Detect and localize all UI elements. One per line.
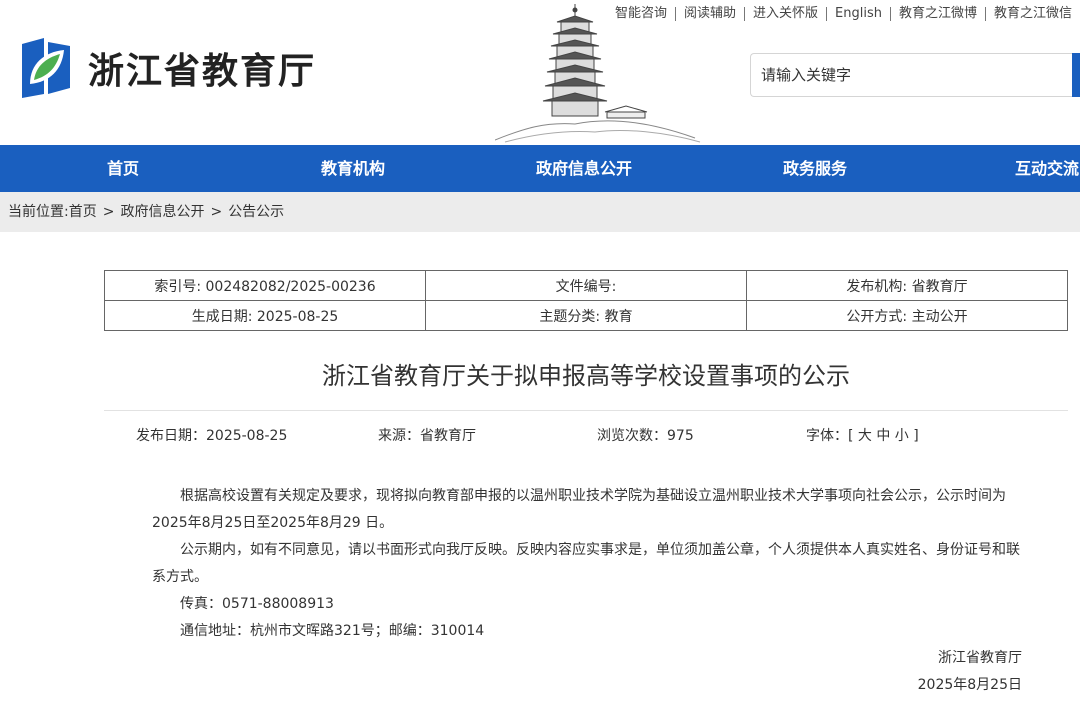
nav-item-interaction[interactable]: 互动交流: [1015, 145, 1079, 192]
nav-item-home[interactable]: 首页: [107, 145, 139, 192]
view-count: 浏览次数：975: [597, 428, 694, 444]
site-name: 浙江省教育厅: [88, 50, 317, 92]
article-source: 来源：省教育厅: [378, 428, 476, 444]
search-input[interactable]: [751, 54, 1051, 96]
pagoda-illustration-icon: [495, 4, 701, 143]
site-header: 浙江省教育厅 智能咨询 阅读辅助 进入关怀版 English 教育之江微博 教育…: [0, 0, 1080, 145]
table-row: 生成日期: 2025-08-25 主题分类: 教育 公开方式: 主动公开: [104, 300, 1068, 331]
logo-emblem-icon: [22, 38, 70, 98]
generated-date-cell: 生成日期: 2025-08-25: [104, 300, 426, 331]
nav-item-gov-info[interactable]: 政府信息公开: [536, 145, 632, 192]
topic-cell: 主题分类: 教育: [425, 300, 747, 331]
top-links: 智能咨询 阅读辅助 进入关怀版 English 教育之江微博 教育之江微信: [607, 7, 1080, 21]
main-nav: 首页 教育机构 政府信息公开 政务服务 互动交流: [0, 145, 1080, 192]
document-info-table: 索引号: 002482082/2025-00236 文件编号: 发布机构: 省教…: [104, 270, 1068, 331]
publish-date: 发布日期：2025-08-25: [136, 428, 288, 444]
signature-date: 2025年8月25日: [917, 677, 1022, 693]
breadcrumb-separator: >: [210, 204, 223, 220]
breadcrumb-item-home[interactable]: 首页: [69, 204, 97, 220]
site-logo[interactable]: 浙江省教育厅: [18, 36, 316, 100]
nav-item-institutions[interactable]: 教育机构: [321, 145, 385, 192]
paragraph: 根据高校设置有关规定及要求，现将拟向教育部申报的以温州职业技术学院为基础设立温州…: [152, 488, 1006, 531]
article-body: 根据高校设置有关规定及要求，现将拟向教育部申报的以温州职业技术学院为基础设立温州…: [152, 483, 1022, 699]
title-divider: [104, 410, 1068, 411]
table-row: 索引号: 002482082/2025-00236 文件编号: 发布机构: 省教…: [104, 270, 1068, 301]
top-link-wechat[interactable]: 教育之江微信: [984, 7, 1080, 21]
top-link-english[interactable]: English: [826, 7, 890, 21]
font-size-switcher[interactable]: 字体：[ 大 中 小 ]: [806, 425, 919, 445]
publisher-cell: 发布机构: 省教育厅: [746, 270, 1068, 301]
article-title: 浙江省教育厅关于拟申报高等学校设置事项的公示: [322, 362, 850, 390]
search-box: [750, 53, 1080, 97]
top-link-weibo[interactable]: 教育之江微博: [889, 7, 985, 21]
disclosure-method-cell: 公开方式: 主动公开: [746, 300, 1068, 331]
top-link-smart-consult[interactable]: 智能咨询: [607, 7, 675, 21]
index-number-cell: 索引号: 002482082/2025-00236: [104, 270, 426, 301]
top-link-reading-aid[interactable]: 阅读辅助: [674, 7, 744, 21]
breadcrumb-prefix: 当前位置:: [8, 204, 69, 220]
breadcrumb-separator: >: [102, 204, 115, 220]
file-number-cell: 文件编号:: [425, 270, 747, 301]
signature: 浙江省教育厅: [938, 650, 1022, 666]
breadcrumb-item-notices[interactable]: 公告公示: [228, 204, 284, 220]
address-line: 通信地址：杭州市文晖路321号；邮编：310014: [180, 623, 485, 639]
search-button[interactable]: [1072, 53, 1080, 97]
nav-item-services[interactable]: 政务服务: [783, 145, 847, 192]
breadcrumb: 当前位置:首页 > 政府信息公开 > 公告公示: [0, 192, 1080, 232]
top-link-care-version[interactable]: 进入关怀版: [744, 7, 826, 21]
fax-line: 传真：0571-88008913: [180, 596, 334, 612]
paragraph: 公示期内，如有不同意见，请以书面形式向我厅反映。反映内容应实事求是，单位须加盖公…: [152, 542, 1020, 585]
breadcrumb-item-gov-info[interactable]: 政府信息公开: [120, 204, 204, 220]
